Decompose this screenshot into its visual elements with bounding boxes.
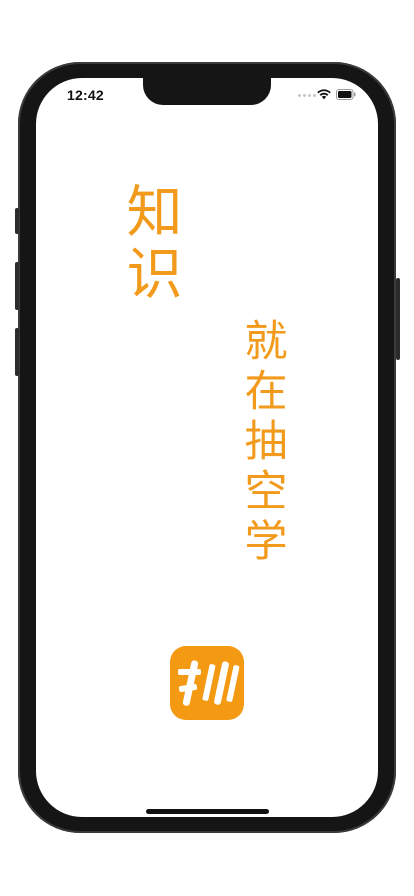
app-logo-mark xyxy=(178,660,240,706)
status-time: 12:42 xyxy=(67,87,104,103)
splash-headline: 知识 xyxy=(117,182,182,306)
status-icons xyxy=(298,88,358,102)
camera-notch xyxy=(143,78,271,105)
signal-dots-icon xyxy=(298,94,316,97)
app-logo-icon xyxy=(170,646,244,720)
home-indicator[interactable] xyxy=(146,809,269,814)
power-button xyxy=(396,278,400,360)
device-screenshot: 12:42 知识 就在抽空学 xyxy=(0,0,414,896)
splash-tagline: 就在抽空学 xyxy=(237,318,287,568)
volume-down-button xyxy=(15,328,19,376)
volume-up-button xyxy=(15,262,19,310)
wifi-icon xyxy=(317,89,331,100)
mute-switch xyxy=(15,208,19,234)
battery-icon xyxy=(336,89,356,100)
